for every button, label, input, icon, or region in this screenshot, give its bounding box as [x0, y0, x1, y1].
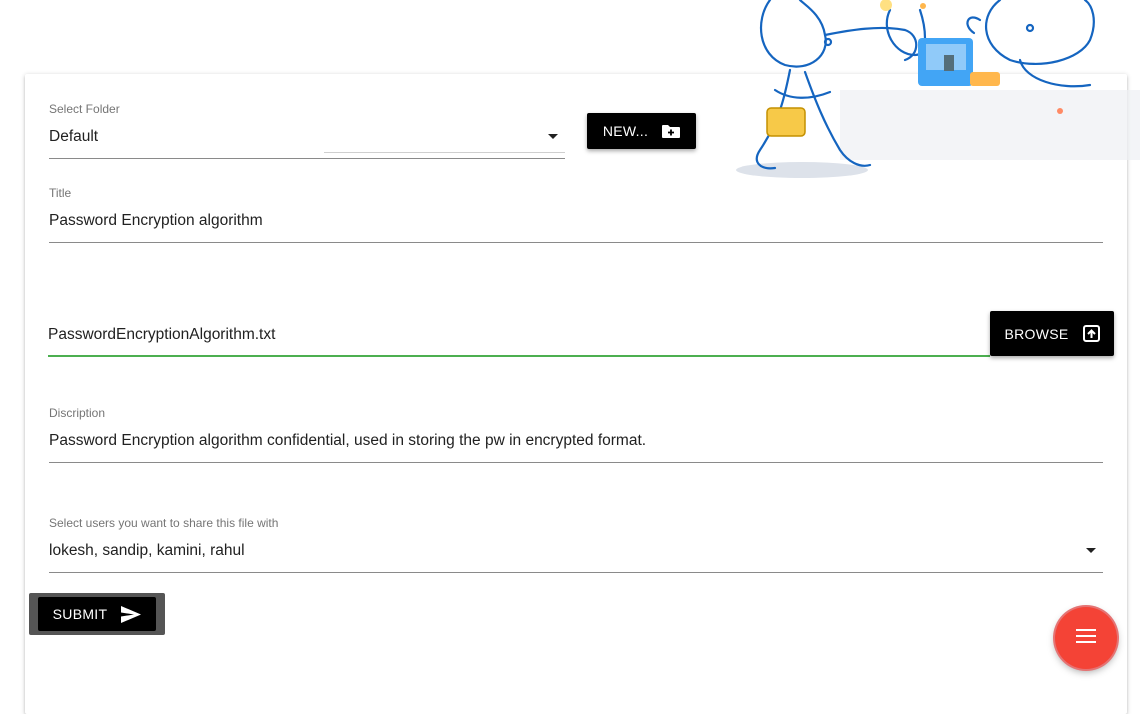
illustration-image — [736, 0, 1140, 178]
description-label: Discription — [49, 406, 106, 420]
folder-label: Select Folder — [49, 102, 120, 116]
file-name-input[interactable]: PasswordEncryptionAlgorithm.txt — [48, 326, 275, 344]
description-input[interactable]: Password Encryption algorithm confidenti… — [49, 432, 646, 450]
new-folder-button[interactable]: NEW... — [587, 113, 696, 149]
dropdown-caret-icon[interactable] — [548, 134, 558, 139]
folder-underline — [49, 158, 565, 159]
send-icon — [121, 605, 142, 623]
new-folder-button-label: NEW... — [602, 123, 649, 139]
title-underline — [49, 242, 1103, 243]
title-input[interactable]: Password Encryption algorithm — [49, 212, 263, 230]
menu-icon — [1076, 628, 1096, 648]
upload-icon — [1082, 325, 1100, 342]
share-users-select[interactable]: lokesh, sandip, kamini, rahul — [49, 542, 245, 560]
browse-button-label: BROWSE — [1004, 325, 1069, 342]
folder-select-value[interactable]: Default — [49, 128, 98, 146]
folder-menu-shadow-line — [324, 152, 565, 153]
title-label: Title — [49, 186, 72, 200]
description-underline — [49, 462, 1103, 463]
share-dropdown-caret-icon[interactable] — [1086, 548, 1096, 553]
folder-plus-icon — [662, 124, 681, 139]
submit-button[interactable]: SUBMIT — [38, 597, 156, 631]
share-users-label: Select users you want to share this file… — [49, 516, 279, 530]
browse-button[interactable]: BROWSE — [990, 311, 1114, 356]
file-underline-focused — [48, 355, 990, 357]
submit-button-label: SUBMIT — [52, 606, 108, 622]
menu-fab-button[interactable] — [1055, 607, 1117, 669]
share-users-underline — [49, 572, 1103, 573]
